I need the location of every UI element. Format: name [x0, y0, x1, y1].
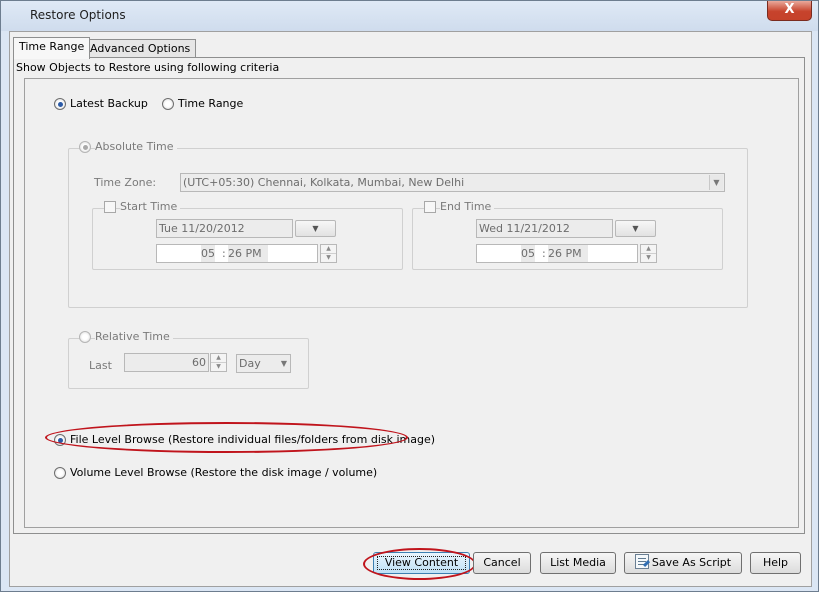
absolute-time-radio[interactable] — [79, 141, 91, 153]
latest-backup-radio[interactable] — [54, 98, 66, 110]
start-minute-ampm[interactable]: 26 PM — [228, 245, 268, 262]
end-date-value: Wed 11/21/2012 — [479, 222, 570, 235]
start-date-dropdown-button[interactable]: ▼ — [295, 220, 336, 237]
help-button[interactable]: Help — [750, 552, 801, 574]
relative-time-label: Relative Time — [95, 330, 173, 343]
restore-options-window: Restore Options X Time Range Advanced Op… — [0, 0, 819, 592]
cancel-button[interactable]: Cancel — [473, 552, 531, 574]
cancel-label: Cancel — [483, 556, 521, 569]
spin-up-icon[interactable]: ▲ — [321, 245, 336, 254]
volume-level-browse-radio[interactable] — [54, 467, 66, 479]
timezone-select[interactable]: (UTC+05:30) Chennai, Kolkata, Mumbai, Ne… — [180, 173, 725, 192]
relative-last-value-field[interactable]: 60 — [124, 353, 209, 372]
spin-down-icon[interactable]: ▼ — [321, 254, 336, 263]
tab-advanced-options-label: Advanced Options — [90, 42, 191, 55]
timezone-label: Time Zone: — [94, 176, 157, 189]
end-time-separator: : — [542, 247, 546, 260]
save-as-script-button[interactable]: Save As Script — [624, 552, 742, 574]
relative-unit-value: Day — [239, 357, 261, 370]
dialog-body: Time Range Advanced Options Show Objects… — [9, 31, 812, 587]
close-button[interactable]: X — [767, 1, 812, 21]
start-time-spinner[interactable]: ▲ ▼ — [320, 244, 337, 263]
tab-time-range[interactable]: Time Range — [13, 37, 91, 59]
list-media-label: List Media — [550, 556, 606, 569]
relative-last-value: 60 — [192, 356, 206, 369]
start-time-checkbox[interactable] — [104, 201, 116, 213]
time-range-radio[interactable] — [162, 98, 174, 110]
end-time-label: End Time — [440, 200, 495, 213]
time-range-label: Time Range — [178, 97, 244, 110]
close-icon: X — [784, 2, 795, 17]
list-media-button[interactable]: List Media — [540, 552, 616, 574]
end-time-checkbox[interactable] — [424, 201, 436, 213]
relative-time-radio[interactable] — [79, 331, 91, 343]
start-time-field[interactable]: 05 : 26 PM — [156, 244, 318, 263]
file-level-browse-radio[interactable] — [54, 434, 66, 446]
save-as-script-label: Save As Script — [651, 556, 732, 569]
end-date-field[interactable]: Wed 11/21/2012 — [476, 219, 613, 238]
file-level-browse-label: File Level Browse (Restore individual fi… — [70, 433, 436, 446]
end-time-field[interactable]: 05 : 26 PM — [476, 244, 638, 263]
timezone-value: (UTC+05:30) Chennai, Kolkata, Mumbai, Ne… — [183, 176, 465, 189]
chevron-down-icon: ▼ — [632, 224, 639, 233]
relative-last-spinner[interactable]: ▲ ▼ — [210, 353, 227, 372]
script-icon — [634, 554, 649, 569]
start-time-separator: : — [222, 247, 226, 260]
relative-last-label: Last — [89, 359, 112, 372]
tab-time-range-label: Time Range — [19, 40, 85, 53]
end-hour[interactable]: 05 — [521, 245, 535, 262]
spin-down-icon[interactable]: ▼ — [211, 363, 226, 372]
chevron-down-icon: ▼ — [709, 175, 723, 190]
end-time-spinner[interactable]: ▲ ▼ — [640, 244, 657, 263]
absolute-time-label: Absolute Time — [95, 140, 177, 153]
title-bar[interactable]: Restore Options X — [1, 1, 818, 31]
volume-level-browse-label: Volume Level Browse (Restore the disk im… — [70, 466, 378, 479]
spin-up-icon[interactable]: ▲ — [211, 354, 226, 363]
spin-up-icon[interactable]: ▲ — [641, 245, 656, 254]
help-label: Help — [762, 556, 789, 569]
start-time-label: Start Time — [120, 200, 181, 213]
spin-down-icon[interactable]: ▼ — [641, 254, 656, 263]
time-range-panel: Show Objects to Restore using following … — [13, 57, 805, 534]
start-hour[interactable]: 05 — [201, 245, 215, 262]
window-title: Restore Options — [30, 8, 126, 22]
view-content-button[interactable]: View Content — [373, 552, 470, 574]
end-minute-ampm[interactable]: 26 PM — [548, 245, 588, 262]
chevron-down-icon: ▼ — [280, 359, 287, 368]
start-date-value: Tue 11/20/2012 — [159, 222, 245, 235]
relative-unit-select[interactable]: Day ▼ — [236, 354, 291, 373]
start-date-field[interactable]: Tue 11/20/2012 — [156, 219, 293, 238]
focus-rectangle — [377, 556, 466, 570]
tab-advanced-options[interactable]: Advanced Options — [84, 39, 197, 59]
chevron-down-icon: ▼ — [312, 224, 319, 233]
criteria-label: Show Objects to Restore using following … — [16, 61, 280, 74]
latest-backup-label: Latest Backup — [70, 97, 148, 110]
end-date-dropdown-button[interactable]: ▼ — [615, 220, 656, 237]
